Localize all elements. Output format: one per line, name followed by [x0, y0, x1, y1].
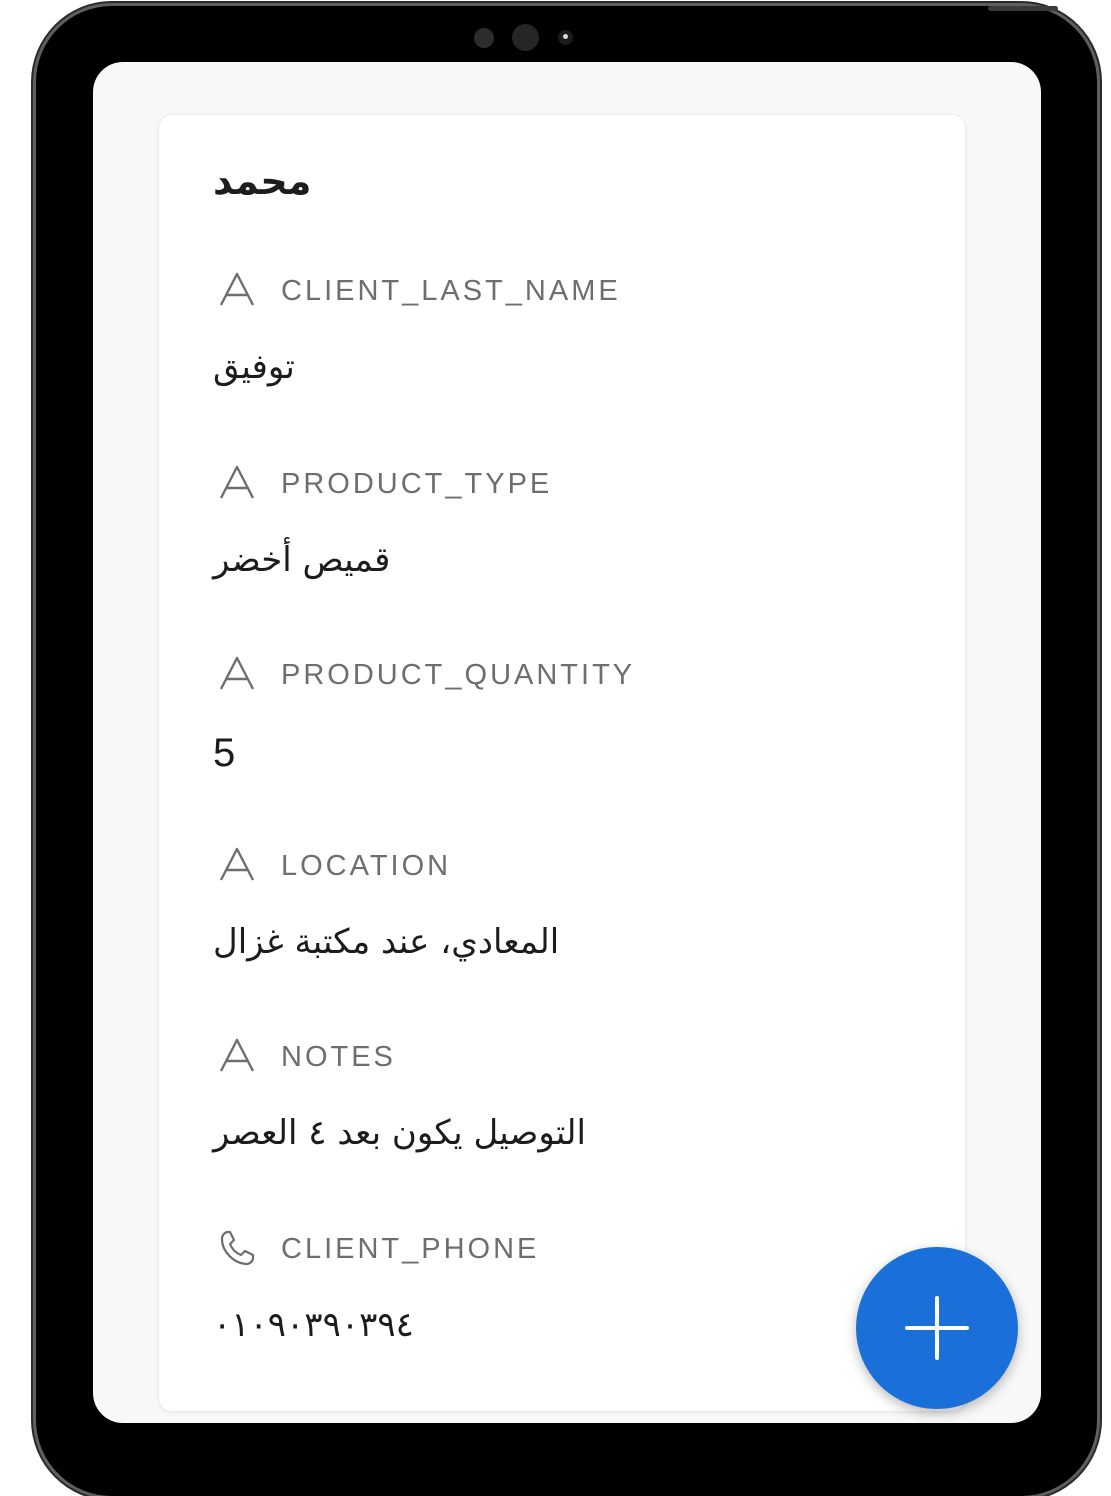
field-value: قميص أخضر — [213, 540, 391, 580]
screen: محمد CLIENT_LAST_NAME توفيق PRODUCT_TYPE… — [93, 62, 1041, 1423]
add-button[interactable] — [856, 1247, 1018, 1409]
text-type-icon — [219, 272, 255, 306]
camera-lens — [558, 30, 573, 45]
plus-icon — [905, 1296, 969, 1360]
field-label: LOCATION — [281, 850, 452, 882]
phone-icon — [220, 1230, 255, 1266]
text-type-icon — [219, 847, 255, 881]
record-card: محمد CLIENT_LAST_NAME توفيق PRODUCT_TYPE… — [158, 114, 966, 1412]
top-button — [988, 6, 1058, 11]
field-location: LOCATION المعادي، عند مكتبة غزال — [213, 846, 913, 962]
field-value[interactable]: ٠١٠٩٠٣٩٠٣٩٤ — [213, 1305, 414, 1345]
field-label: CLIENT_LAST_NAME — [281, 275, 621, 307]
field-client-last-name: CLIENT_LAST_NAME توفيق — [213, 271, 913, 387]
field-label-row: CLIENT_LAST_NAME — [213, 271, 913, 311]
text-type-icon — [219, 1038, 255, 1072]
field-label[interactable]: CLIENT_PHONE — [281, 1233, 539, 1266]
field-product-quantity: PRODUCT_QUANTITY 5 — [213, 655, 913, 775]
field-label: PRODUCT_TYPE — [281, 468, 553, 500]
field-value: 5 — [213, 731, 236, 775]
field-label: PRODUCT_QUANTITY — [281, 659, 636, 691]
record-title: محمد — [213, 159, 312, 203]
field-label-row: PRODUCT_QUANTITY — [213, 655, 913, 695]
field-value: المعادي، عند مكتبة غزال — [213, 922, 560, 962]
field-client-phone: CLIENT_PHONE ٠١٠٩٠٣٩٠٣٩٤ — [213, 1229, 913, 1345]
field-value: التوصيل يكون بعد ٤ العصر — [213, 1113, 586, 1153]
front-camera — [512, 24, 539, 51]
field-label-row: CLIENT_PHONE — [213, 1229, 913, 1269]
field-value: توفيق — [213, 347, 295, 387]
sensor-dot — [474, 28, 494, 48]
field-label-row: PRODUCT_TYPE — [213, 464, 913, 504]
field-notes: NOTES التوصيل يكون بعد ٤ العصر — [213, 1037, 913, 1153]
field-label: NOTES — [281, 1041, 396, 1073]
field-label-row: LOCATION — [213, 846, 913, 886]
text-type-icon — [219, 465, 255, 499]
field-label-row: NOTES — [213, 1037, 913, 1077]
field-product-type: PRODUCT_TYPE قميص أخضر — [213, 464, 913, 580]
text-type-icon — [219, 656, 255, 690]
